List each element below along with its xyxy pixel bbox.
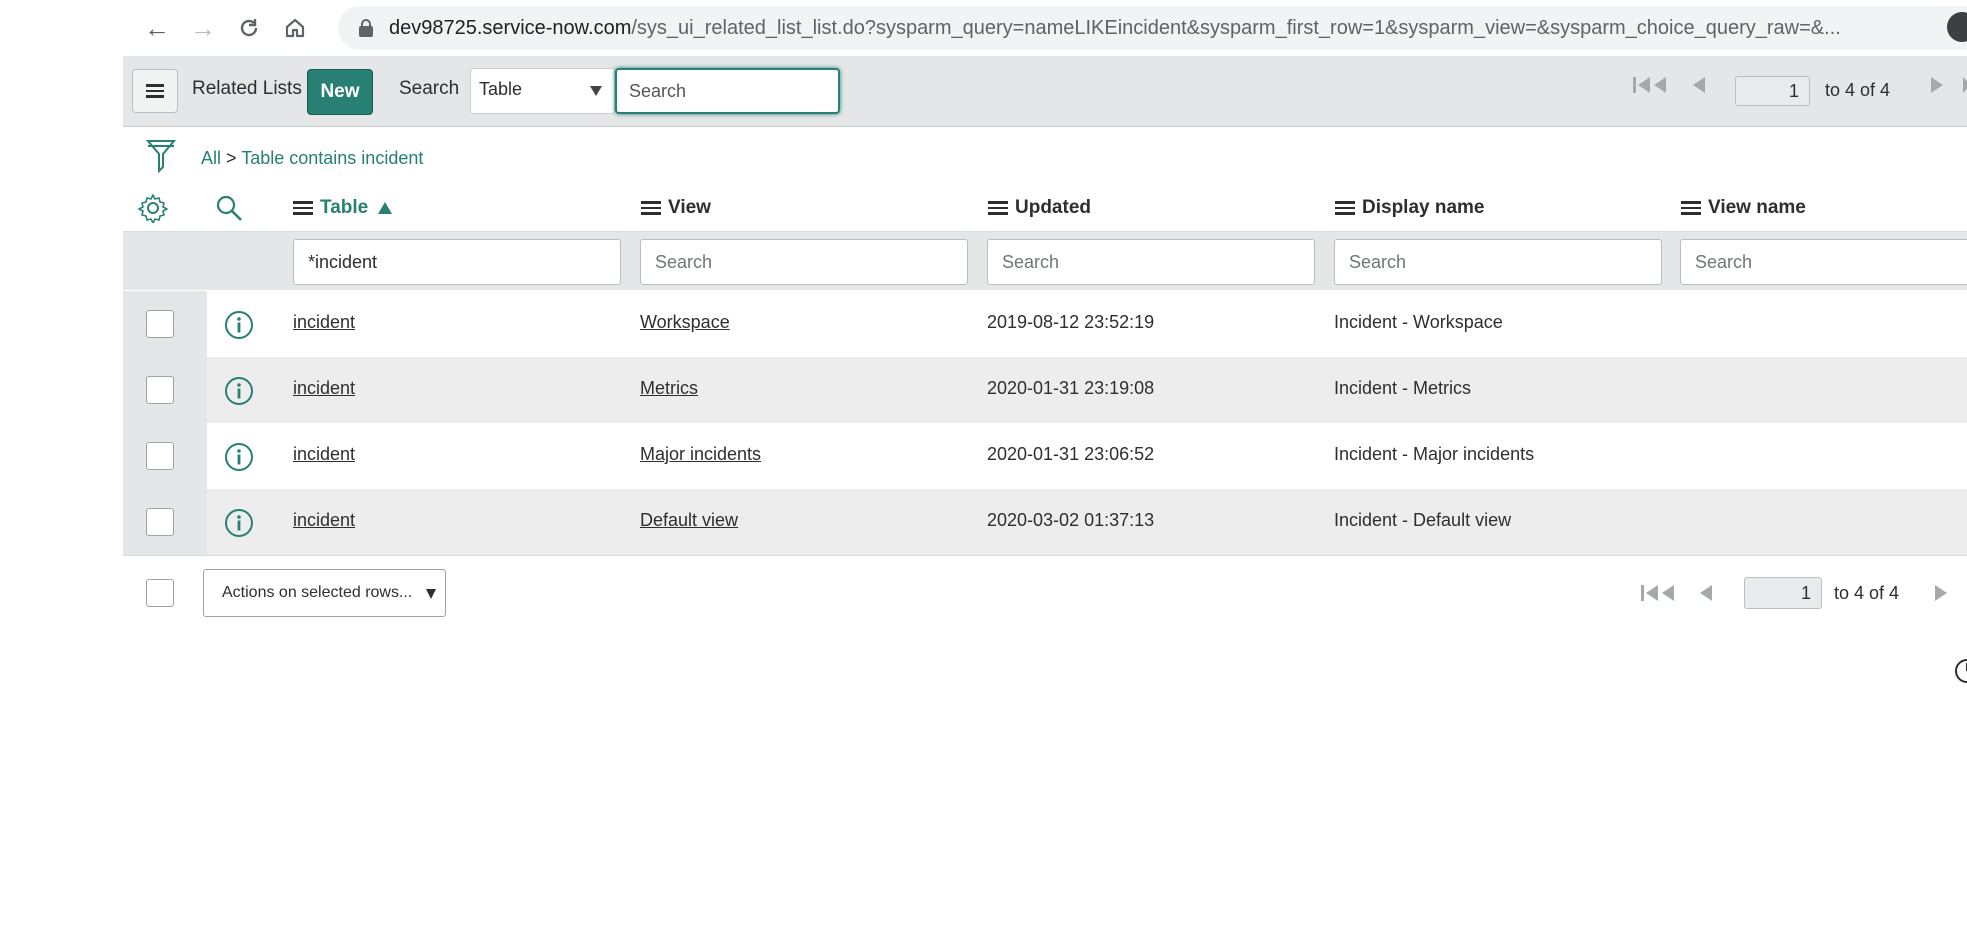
info-icon[interactable]	[224, 508, 254, 538]
view-filter-input[interactable]: Search	[640, 239, 968, 285]
cell-table-link[interactable]: incident	[293, 510, 355, 531]
column-label[interactable]: Updated	[1015, 197, 1091, 219]
filter-funnel-icon[interactable]	[146, 139, 176, 173]
search-label: Search	[399, 78, 460, 99]
row-checkbox[interactable]	[146, 442, 174, 470]
footer-page-number-input[interactable]: 1	[1744, 577, 1822, 609]
lock-icon	[359, 19, 373, 37]
row-checkbox[interactable]	[146, 508, 174, 536]
column-menu-icon[interactable]	[641, 201, 661, 215]
back-arrow-icon[interactable]: ←	[137, 8, 177, 48]
column-menu-icon[interactable]	[988, 201, 1008, 215]
response-timer-icon[interactable]	[1953, 655, 1967, 685]
column-header-view[interactable]: View	[641, 197, 711, 219]
column-menu-icon[interactable]	[293, 201, 313, 215]
search-icon[interactable]	[215, 194, 243, 222]
cell-view-link[interactable]: Major incidents	[640, 444, 761, 465]
column-header-display-name[interactable]: Display name	[1335, 197, 1485, 219]
cell-updated: 2020-01-31 23:06:52	[987, 444, 1155, 464]
column-header-table[interactable]: Table	[293, 197, 393, 219]
info-icon[interactable]	[224, 310, 254, 340]
footer-previous-page-icon[interactable]	[1698, 582, 1714, 609]
reload-icon[interactable]	[229, 8, 269, 48]
column-header-view-name[interactable]: View name	[1681, 197, 1806, 219]
column-label[interactable]: Table	[320, 197, 368, 219]
actions-label: Actions on selected rows...	[222, 584, 413, 601]
column-menu-icon[interactable]	[1335, 201, 1355, 215]
list-title: Related Lists	[192, 78, 302, 99]
cell-table-link[interactable]: incident	[293, 444, 355, 465]
column-filter-row: *incident Search Search Search Search	[123, 232, 1967, 290]
search-field-select[interactable]: Table	[470, 68, 615, 114]
first-page-icon[interactable]	[1633, 74, 1669, 102]
address-bar[interactable]: dev98725.service-now.com/sys_ui_related_…	[338, 6, 1967, 50]
breadcrumb-all-link[interactable]: All	[201, 148, 221, 168]
select-all-checkbox[interactable]	[146, 579, 174, 607]
row-checkbox[interactable]	[146, 376, 174, 404]
cell-updated: 2020-01-31 23:19:08	[987, 378, 1155, 398]
column-label[interactable]: View	[668, 197, 711, 219]
cell-display-name: Incident - Metrics	[1334, 378, 1472, 398]
cell-updated: 2020-03-02 01:37:13	[987, 510, 1155, 530]
info-icon[interactable]	[224, 376, 254, 406]
cell-updated: 2019-08-12 23:52:19	[987, 312, 1155, 332]
footer-first-page-icon[interactable]	[1641, 582, 1677, 609]
browser-toolbar: ← → dev98725.service-now.com/sys_ui_rela…	[123, 0, 1967, 57]
gear-icon[interactable]	[138, 193, 168, 223]
url-text[interactable]: dev98725.service-now.com/sys_ui_related_…	[389, 6, 1967, 50]
column-menu-icon[interactable]	[1681, 201, 1701, 215]
search-field-value: Table	[479, 79, 523, 99]
breadcrumb-separator: >	[226, 148, 237, 168]
cell-view-link[interactable]: Default view	[640, 510, 738, 531]
row-checkbox[interactable]	[146, 310, 174, 338]
home-icon[interactable]	[275, 8, 315, 48]
last-page-icon[interactable]	[1961, 74, 1967, 102]
sort-ascending-icon	[378, 202, 393, 214]
cell-table-link[interactable]: incident	[293, 312, 355, 333]
hamburger-icon	[146, 84, 164, 98]
table-row: incident Default view 2020-03-02 01:37:1…	[123, 489, 1967, 556]
column-header-updated[interactable]: Updated	[988, 197, 1091, 219]
cell-display-name: Incident - Default view	[1334, 510, 1512, 530]
page-number-input[interactable]: 1	[1735, 76, 1810, 106]
next-page-icon[interactable]	[1929, 74, 1945, 102]
breadcrumb-condition-link[interactable]: Table contains incident	[241, 148, 423, 168]
table-row: incident Metrics 2020-01-31 23:19:08 Inc…	[123, 357, 1967, 424]
table-filter-input[interactable]: *incident	[293, 239, 621, 285]
column-header-row: Table View Updated Display name View nam…	[123, 186, 1967, 232]
footer-pager-range-text: to 4 of 4	[1834, 583, 1900, 603]
chevron-down-icon	[590, 86, 602, 96]
updated-filter-input[interactable]: Search	[987, 239, 1315, 285]
chevron-down-icon	[426, 589, 436, 599]
info-icon[interactable]	[224, 442, 254, 472]
column-label[interactable]: Display name	[1362, 197, 1485, 219]
view-name-filter-input[interactable]: Search	[1680, 239, 1967, 285]
previous-page-icon[interactable]	[1691, 74, 1707, 102]
list-menu-button[interactable]	[132, 69, 178, 113]
table-row: incident Major incidents 2020-01-31 23:0…	[123, 423, 1967, 490]
display-name-filter-input[interactable]: Search	[1334, 239, 1662, 285]
cell-display-name: Incident - Major incidents	[1334, 444, 1535, 464]
list-header-bar: Related Lists New Search Table Search 1 …	[123, 56, 1967, 127]
pager-range-text: to 4 of 4	[1825, 80, 1891, 100]
table-row: incident Workspace 2019-08-12 23:52:19 I…	[123, 291, 1967, 358]
cell-view-link[interactable]: Metrics	[640, 378, 698, 399]
footer-next-page-icon[interactable]	[1933, 582, 1949, 609]
column-label[interactable]: View name	[1708, 197, 1806, 219]
cell-view-link[interactable]: Workspace	[640, 312, 730, 333]
actions-on-selected-rows-select[interactable]: Actions on selected rows...	[203, 569, 446, 617]
forward-arrow-icon[interactable]: →	[183, 8, 223, 48]
new-button[interactable]: New	[307, 69, 373, 115]
breadcrumb: All > Table contains incident	[201, 148, 423, 169]
search-input[interactable]: Search	[615, 68, 840, 114]
cell-table-link[interactable]: incident	[293, 378, 355, 399]
cell-display-name: Incident - Workspace	[1334, 312, 1503, 332]
